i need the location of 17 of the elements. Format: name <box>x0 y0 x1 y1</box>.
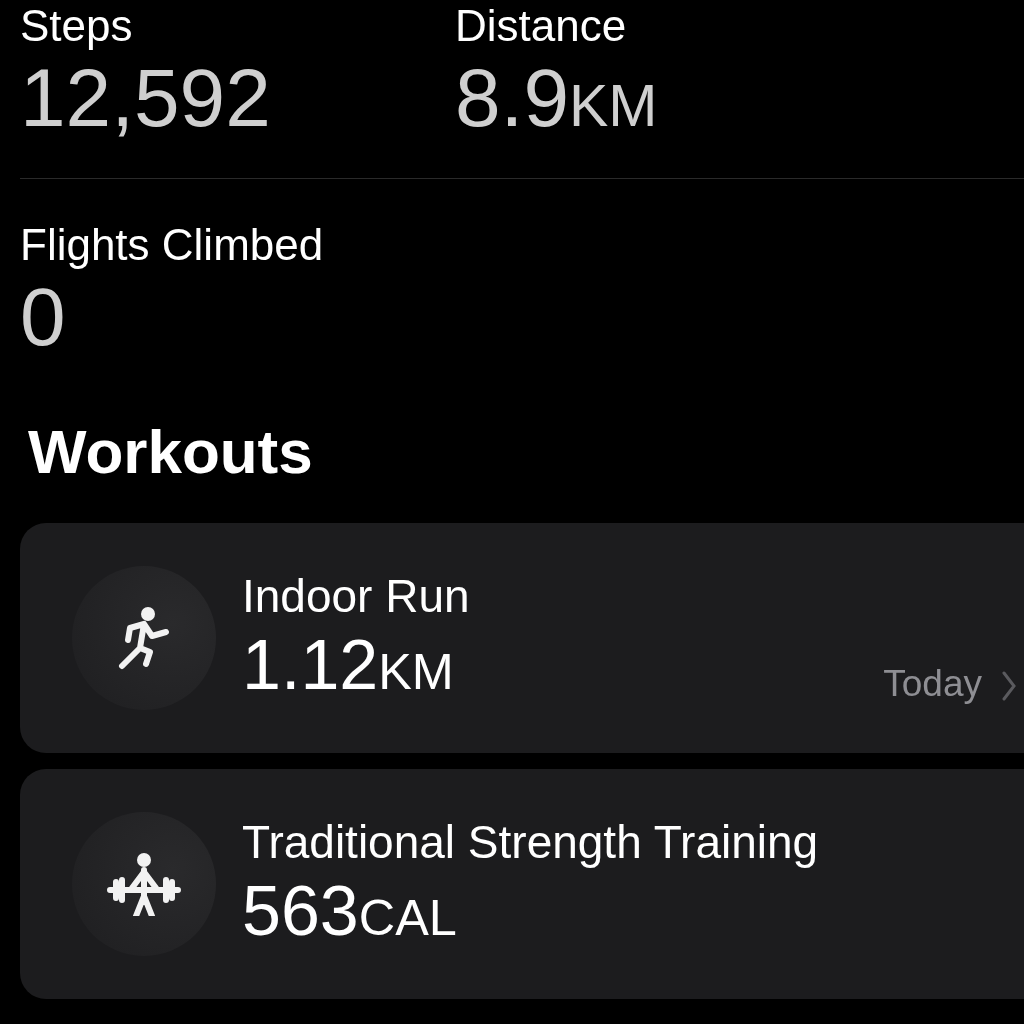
stat-label: Steps <box>20 0 134 52</box>
workout-card[interactable]: Indoor Run 1.12KM Today <box>20 523 1024 753</box>
weightlifter-icon <box>106 852 182 916</box>
stat-label: Flights Climbed <box>20 219 325 271</box>
stat-label: Distance <box>455 0 628 52</box>
stat-value: 8.9KM <box>455 52 659 145</box>
workout-name: Traditional Strength Training <box>242 814 819 870</box>
workout-date: Today <box>883 663 982 705</box>
stat-value: 12,592 <box>20 52 272 144</box>
runner-icon <box>116 606 172 670</box>
section-title: Workouts <box>28 417 314 487</box>
workout-card[interactable]: Traditional Strength Training 563CAL <box>20 769 1024 999</box>
chevron-icon <box>1002 671 1016 701</box>
stat-value: 0 <box>20 271 67 363</box>
workout-value: 563CAL <box>242 871 458 952</box>
workout-value: 1.12KM <box>242 625 455 706</box>
workout-name: Indoor Run <box>242 568 470 624</box>
